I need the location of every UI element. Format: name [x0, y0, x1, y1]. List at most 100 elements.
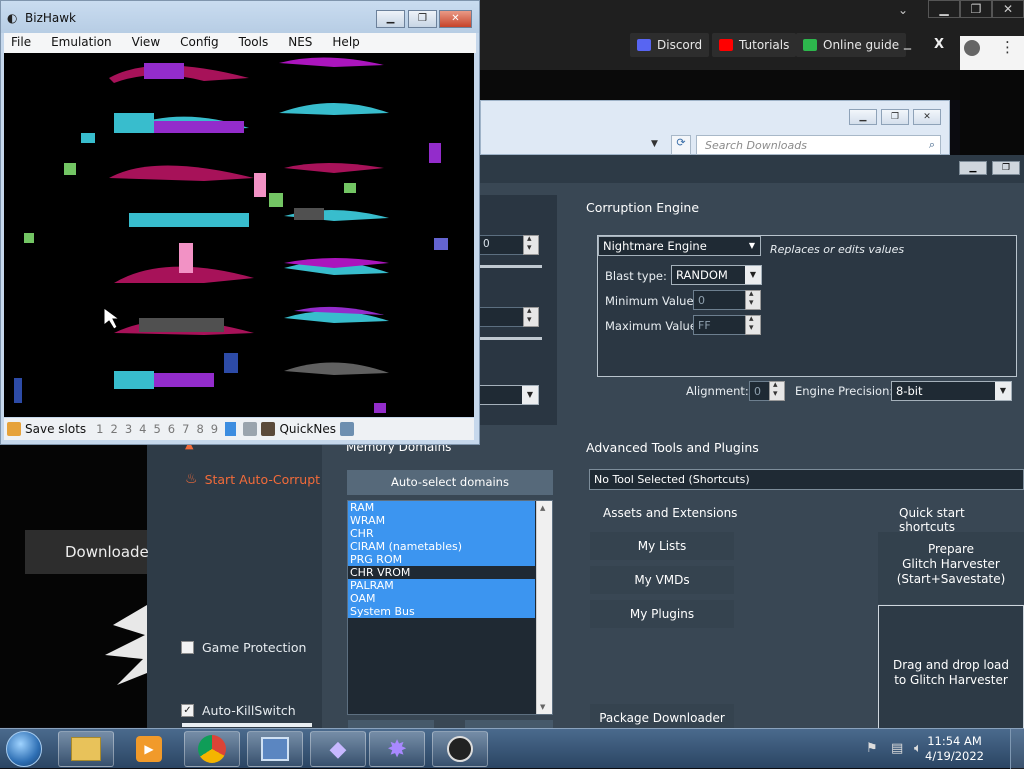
memory-domain-item[interactable]: OAM — [348, 592, 535, 605]
intensity-slider[interactable] — [480, 265, 542, 268]
memory-domain-item[interactable]: PALRAM — [348, 579, 535, 592]
controller-icon[interactable] — [243, 422, 258, 436]
engine-dropdown[interactable]: Nightmare Engine ▼ — [598, 236, 761, 256]
memory-domain-item[interactable]: CHR VROM — [348, 566, 535, 579]
user-icon[interactable] — [339, 422, 354, 436]
warning-icon — [7, 422, 21, 436]
tutorials-bookmark[interactable]: Tutorials — [712, 33, 797, 57]
save-slot-0[interactable]: 0 — [225, 422, 237, 436]
memory-domain-item[interactable]: CIRAM (nametables) — [348, 540, 535, 553]
downloads-search-input[interactable]: Search Downloads ⌕ — [696, 135, 941, 155]
engine-precision-dropdown[interactable]: 8-bit ▼ — [891, 381, 1012, 401]
save-slot-6[interactable]: 6 — [168, 422, 175, 436]
memory-domain-item[interactable]: PRG ROM — [348, 553, 535, 566]
control-panel-taskbar-button[interactable] — [247, 731, 303, 767]
menu-config[interactable]: Config — [173, 33, 226, 53]
start-auto-corrupt-button[interactable]: ♨ Start Auto-Corrupt — [185, 471, 320, 487]
intensity-spin-arrows-icon[interactable] — [523, 234, 539, 255]
file-explorer-taskbar-button[interactable] — [58, 731, 114, 767]
intensity-spinner[interactable]: 0 — [479, 234, 539, 255]
game-protection-check[interactable] — [181, 641, 194, 654]
bizhawk-maximize-icon[interactable]: ❐ — [408, 10, 437, 28]
prepare-glitch-harvester-button[interactable]: Prepare Glitch Harvester (Start+Savestat… — [878, 532, 1024, 604]
my-plugins-button[interactable]: My Plugins — [590, 600, 734, 628]
scroll-down-icon[interactable]: ▼ — [540, 703, 545, 711]
emulator-screen[interactable] — [4, 53, 474, 417]
memory-domain-item[interactable]: RAM — [348, 501, 535, 514]
game-protection-checkbox[interactable]: Game Protection — [181, 640, 306, 655]
system-clock[interactable]: 11:54 AM 4/19/2022 — [925, 734, 984, 764]
page-close-button[interactable]: X — [934, 37, 944, 52]
save-slot-8[interactable]: 8 — [196, 422, 203, 436]
memory-domain-item[interactable]: System Bus — [348, 605, 535, 618]
alignment-input[interactable]: 0 — [749, 380, 785, 401]
network-icon[interactable]: ▤ — [891, 741, 903, 756]
rtc-maximize-icon[interactable]: ❐ — [992, 161, 1020, 175]
tool-select-dropdown[interactable]: No Tool Selected (Shortcuts) — [589, 469, 1024, 490]
blast-type-dropdown[interactable]: RANDOM ▼ — [671, 265, 762, 285]
menu-view[interactable]: View — [125, 33, 167, 53]
menu-file[interactable]: File — [4, 33, 38, 53]
minimum-spin-arrows-icon[interactable] — [745, 289, 761, 310]
error-delay-slider[interactable] — [480, 337, 542, 340]
bizhawk-minimize-icon[interactable]: ▁ — [376, 10, 405, 28]
my-lists-button[interactable]: My Lists — [590, 532, 734, 560]
my-vmds-button[interactable]: My VMDs — [590, 566, 734, 594]
auto-killswitch-checkbox[interactable]: ✓ Auto-KillSwitch — [181, 703, 296, 718]
rtc-launcher-taskbar-button[interactable]: ◆ — [310, 731, 366, 767]
online-guide-bookmark[interactable]: Online guide — [796, 33, 907, 57]
downloads-button[interactable]: Downloade — [25, 530, 149, 574]
alignment-spin-arrows-icon[interactable] — [769, 380, 785, 401]
save-slot-5[interactable]: 5 — [153, 422, 160, 436]
explorer-minimize-icon[interactable]: ▁ — [849, 109, 877, 125]
memory-domain-item[interactable]: CHR — [348, 527, 535, 540]
domain-list-scrollbar[interactable]: ▲ ▼ — [536, 501, 552, 714]
save-slot-3[interactable]: 3 — [125, 422, 132, 436]
memory-domain-item[interactable]: WRAM — [348, 514, 535, 527]
save-slot-4[interactable]: 4 — [139, 422, 146, 436]
action-center-icon[interactable]: ⚑ — [866, 741, 878, 756]
starburst-icon — [105, 605, 147, 685]
browser-tabs-dropdown-icon[interactable]: ⌄ — [898, 3, 908, 17]
browser-restore-icon[interactable]: ❐ — [960, 0, 992, 18]
auto-select-domains-button[interactable]: Auto-select domains — [347, 470, 553, 495]
menu-emulation[interactable]: Emulation — [44, 33, 119, 53]
save-slot-9[interactable]: 9 — [211, 422, 218, 436]
blast-radius-dropdown[interactable]: ▼ — [479, 385, 539, 405]
minimum-value-input[interactable]: 0 — [693, 289, 761, 310]
search-icon[interactable]: ⌕ — [929, 138, 935, 152]
page-minimize-button[interactable]: _ — [904, 34, 911, 50]
memory-domain-list[interactable]: RAM WRAM CHR CIRAM (nametables) PRG ROM CHR V… — [347, 500, 553, 715]
menu-help[interactable]: Help — [325, 33, 366, 53]
address-dropdown-icon[interactable]: ▼ — [651, 139, 658, 149]
rtc-minimize-icon[interactable]: ▁ — [959, 161, 987, 175]
bizhawk-taskbar-button[interactable] — [432, 731, 488, 767]
browser-menu-icon[interactable]: ⋮ — [1000, 38, 1015, 56]
error-delay-spin-arrows-icon[interactable] — [523, 306, 539, 327]
profile-avatar-icon[interactable] — [964, 40, 980, 56]
volume-icon[interactable]: 🔈︎ — [914, 741, 922, 756]
maximum-value-input[interactable]: FF — [693, 314, 761, 335]
error-delay-spinner[interactable] — [479, 306, 539, 327]
save-slot-2[interactable]: 2 — [110, 422, 117, 436]
rtc-taskbar-button[interactable]: ✸ — [369, 731, 425, 767]
explorer-close-icon[interactable]: ✕ — [913, 109, 941, 125]
auto-killswitch-check[interactable]: ✓ — [181, 704, 194, 717]
media-player-taskbar-button[interactable]: ▶ — [121, 731, 177, 767]
show-desktop-button[interactable] — [1010, 729, 1024, 769]
menu-nes[interactable]: NES — [281, 33, 319, 53]
browser-minimize-icon[interactable]: ▁ — [928, 0, 960, 18]
refresh-icon[interactable]: ⟳ — [671, 135, 691, 155]
maximum-spin-arrows-icon[interactable] — [745, 314, 761, 335]
save-slot-1[interactable]: 1 — [96, 422, 103, 436]
save-slot-7[interactable]: 7 — [182, 422, 189, 436]
explorer-maximize-icon[interactable]: ❐ — [881, 109, 909, 125]
bizhawk-close-icon[interactable]: ✕ — [439, 10, 472, 28]
scroll-up-icon[interactable]: ▲ — [540, 504, 545, 512]
chrome-taskbar-button[interactable] — [184, 731, 240, 767]
menu-tools[interactable]: Tools — [232, 33, 276, 53]
start-button[interactable] — [6, 731, 42, 767]
browser-close-icon[interactable]: ✕ — [992, 0, 1024, 18]
discord-bookmark[interactable]: Discord — [630, 33, 710, 57]
glitch-harvester-dropzone[interactable]: Drag and drop load to Glitch Harvester — [878, 605, 1024, 733]
